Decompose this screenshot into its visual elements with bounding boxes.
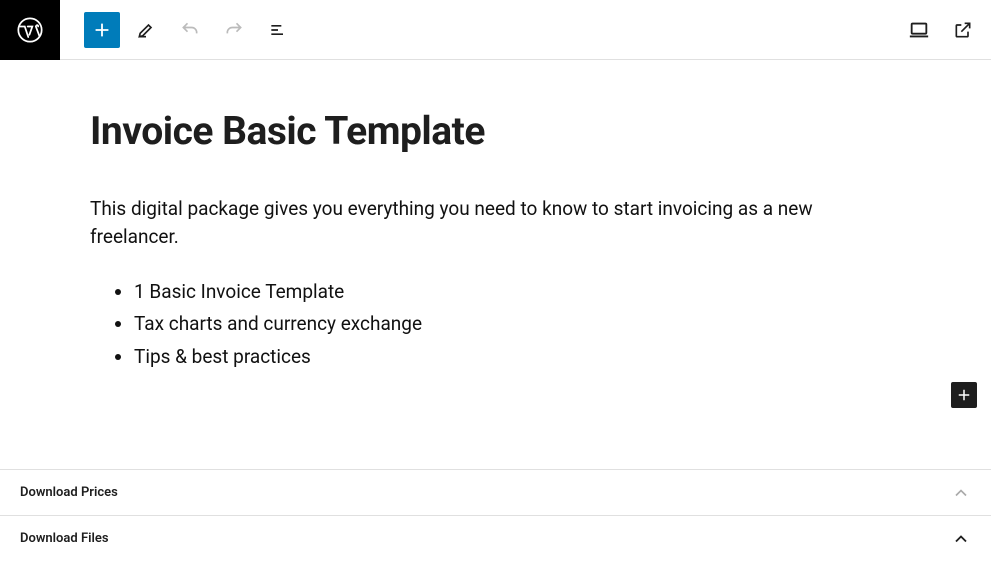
laptop-icon	[908, 19, 930, 41]
undo-button[interactable]	[172, 12, 208, 48]
pencil-icon	[136, 20, 156, 40]
redo-icon	[224, 20, 244, 40]
panel-label: Download Prices	[20, 485, 118, 500]
outline-icon	[268, 20, 288, 40]
toolbar-right-group	[901, 12, 991, 48]
post-intro[interactable]: This digital package gives you everythin…	[90, 195, 901, 252]
plus-icon	[91, 19, 113, 41]
document-outline-button[interactable]	[260, 12, 296, 48]
wordpress-logo[interactable]	[0, 0, 60, 60]
wordpress-icon	[16, 16, 44, 44]
list-item[interactable]: Tax charts and currency exchange	[134, 310, 901, 339]
editor-top-toolbar	[0, 0, 991, 60]
panel-download-files[interactable]: Download Files	[0, 515, 991, 561]
toolbar-left-group	[84, 12, 296, 48]
external-link-icon	[953, 20, 973, 40]
preview-desktop-button[interactable]	[901, 12, 937, 48]
list-item[interactable]: 1 Basic Invoice Template	[134, 278, 901, 307]
view-external-button[interactable]	[945, 12, 981, 48]
post-title[interactable]: Invoice Basic Template	[90, 108, 901, 155]
add-block-button[interactable]	[84, 12, 120, 48]
list-item[interactable]: Tips & best practices	[134, 343, 901, 372]
editor-content[interactable]: Invoice Basic Template This digital pack…	[0, 60, 991, 371]
meta-panels: Download Prices Download Files	[0, 469, 991, 561]
plus-icon	[955, 386, 973, 404]
add-block-inline-button[interactable]	[951, 382, 977, 408]
panel-label: Download Files	[20, 531, 109, 546]
post-bullet-list[interactable]: 1 Basic Invoice Template Tax charts and …	[134, 278, 901, 372]
edit-button[interactable]	[128, 12, 164, 48]
redo-button[interactable]	[216, 12, 252, 48]
chevron-up-icon	[951, 529, 971, 549]
panel-download-prices[interactable]: Download Prices	[0, 469, 991, 515]
undo-icon	[180, 20, 200, 40]
chevron-up-icon	[951, 483, 971, 503]
